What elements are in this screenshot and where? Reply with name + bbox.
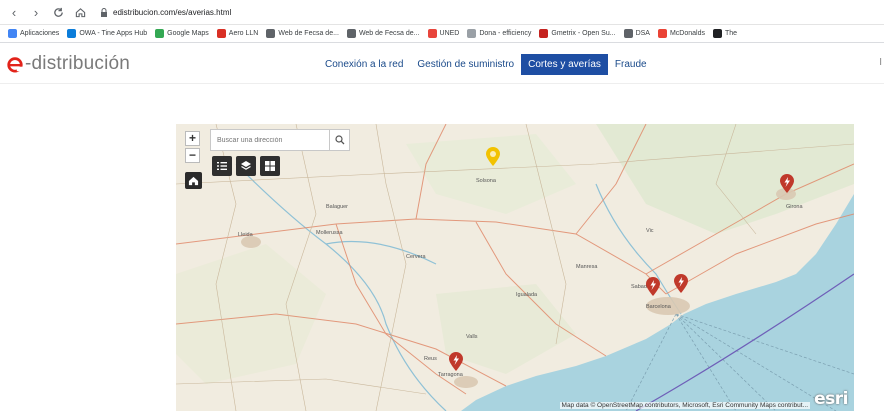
map-home-button[interactable] <box>185 172 202 189</box>
outage-map[interactable]: Lleida Tarragona Barcelona Girona Manres… <box>176 124 854 411</box>
map-search <box>210 129 350 151</box>
bookmark-item[interactable]: Gmetrix - Open Su... <box>539 29 616 38</box>
bookmark-item[interactable]: Google Maps <box>155 29 209 38</box>
bookmark-favicon-icon <box>346 29 356 38</box>
city-label: Girona <box>786 204 803 210</box>
city-label: Mollerussa <box>316 230 343 236</box>
city-label: Valls <box>466 334 478 340</box>
address-bar[interactable]: edistribucion.com/es/averias.html <box>100 3 231 21</box>
outage-pin-icon[interactable] <box>448 352 464 372</box>
city-label: Solsona <box>476 178 496 184</box>
bookmark-favicon-icon <box>427 29 437 38</box>
reload-icon[interactable] <box>50 4 66 20</box>
back-icon[interactable]: ‹ <box>6 4 22 20</box>
city-label: Vic <box>646 228 654 234</box>
bookmark-favicon-icon <box>155 29 165 38</box>
outage-pin-icon[interactable] <box>645 277 661 297</box>
city-label: Reus <box>424 356 437 362</box>
bookmark-label: UNED <box>439 30 460 37</box>
site-header: -distribución Conexión a la red Gestión d… <box>0 44 884 84</box>
bookmark-item[interactable]: McDonalds <box>657 29 705 38</box>
bookmark-favicon-icon <box>467 29 477 38</box>
city-label: Balaguer <box>326 204 349 210</box>
zoom-out-button[interactable]: − <box>185 148 200 163</box>
map-search-input[interactable] <box>211 131 329 149</box>
bookmark-item[interactable]: OWA - Tine Apps Hub <box>67 29 147 38</box>
bookmark-label: OWA - Tine Apps Hub <box>79 30 148 37</box>
bookmarks-bar: Aplicaciones OWA - Tine Apps Hub Google Ma… <box>0 25 884 43</box>
forward-icon[interactable]: › <box>28 4 44 20</box>
city-label: Tarragona <box>438 372 463 378</box>
bookmark-label: Aero LLN <box>228 30 259 37</box>
esri-logo: esri <box>814 389 848 409</box>
bookmark-label: Google Maps <box>167 30 209 37</box>
city-label: Cervera <box>406 254 426 260</box>
bookmark-favicon-icon <box>539 29 549 38</box>
bookmark-item[interactable]: Dona - efficiency <box>467 29 531 38</box>
home-icon[interactable] <box>72 4 88 20</box>
bookmark-favicon-icon <box>216 29 226 38</box>
bookmark-label: Web de Fecsa de... <box>358 30 420 37</box>
nav-item[interactable]: Gestión de suministro <box>410 54 521 75</box>
nav-item[interactable]: Conexión a la red <box>318 54 410 75</box>
bookmark-label: Web de Fecsa de... <box>278 30 339 37</box>
city-label: Igualada <box>516 292 538 298</box>
main-nav: Conexión a la red Gestión de suministro Co… <box>318 54 654 75</box>
search-icon <box>334 135 344 145</box>
city-label: Manresa <box>576 264 598 270</box>
bookmark-item[interactable]: UNED <box>427 29 460 38</box>
bookmark-label: DSA <box>635 30 650 37</box>
home-icon <box>188 176 199 186</box>
bookmark-favicon-icon <box>623 29 633 38</box>
bookmark-favicon-icon <box>266 29 276 38</box>
bookmark-item[interactable]: Aero LLN <box>216 29 259 38</box>
bookmark-item[interactable]: Web de Fecsa de... <box>266 29 339 38</box>
e-logo-icon <box>7 57 24 73</box>
bookmark-favicon-icon <box>67 29 77 38</box>
outage-pin-icon[interactable] <box>673 274 689 294</box>
header-right-text: I <box>879 57 882 68</box>
lock-icon <box>101 7 107 17</box>
warning-pin-icon[interactable] <box>485 147 501 167</box>
bookmark-item[interactable]: DSA <box>623 29 650 38</box>
bookmark-label: Dona - efficiency <box>479 30 532 37</box>
map-search-button[interactable] <box>329 130 349 150</box>
bookmark-label: Gmetrix - Open Su... <box>551 30 616 37</box>
logo-text: -distribución <box>25 53 131 74</box>
basemap-gallery-button[interactable] <box>260 156 280 176</box>
layers-icon <box>241 161 251 170</box>
outage-pin-icon[interactable] <box>779 174 795 194</box>
bookmark-label: McDonalds <box>669 30 705 37</box>
legend-button[interactable] <box>212 156 232 176</box>
nav-item[interactable]: Fraude <box>608 54 654 75</box>
bookmark-label: The <box>724 30 738 37</box>
bookmark-item[interactable]: Web de Fecsa de... <box>346 29 420 38</box>
city-label: Barcelona <box>646 304 671 310</box>
map-attribution: Map data © OpenStreetMap contributors, M… <box>559 402 810 409</box>
grid-icon <box>265 161 275 171</box>
bookmark-favicon-icon <box>8 29 17 38</box>
bookmark-favicon-icon <box>657 29 667 38</box>
bookmark-item[interactable]: The <box>712 29 738 38</box>
bookmark-item[interactable]: Aplicaciones <box>8 29 59 38</box>
nav-item[interactable]: Cortes y averías <box>521 54 608 75</box>
url-text: edistribucion.com/es/averias.html <box>113 7 232 17</box>
city-label: Lleida <box>238 232 253 238</box>
layers-button[interactable] <box>236 156 256 176</box>
bookmark-favicon-icon <box>712 29 722 38</box>
legend-list-icon <box>217 162 227 170</box>
browser-toolbar: ‹ › edistribucion.com/es/averias.html <box>0 0 884 25</box>
e-distribucion-logo[interactable]: -distribución <box>6 53 130 75</box>
bookmark-label: Aplicaciones <box>20 30 60 37</box>
zoom-in-button[interactable]: + <box>185 131 200 146</box>
